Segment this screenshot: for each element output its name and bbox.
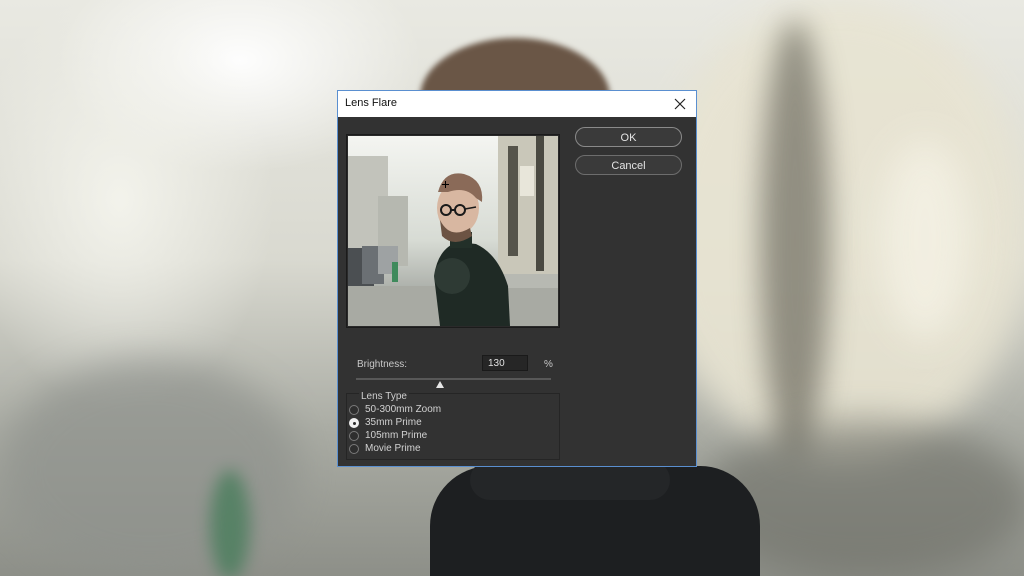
triangle-slider-icon[interactable] bbox=[435, 375, 444, 388]
radio-button[interactable] bbox=[349, 431, 359, 441]
brightness-slider-track[interactable] bbox=[356, 378, 551, 380]
brightness-unit: % bbox=[544, 359, 553, 370]
radio-button[interactable] bbox=[349, 418, 359, 428]
lens-option-label: 50-300mm Zoom bbox=[365, 404, 442, 415]
ok-button[interactable]: OK bbox=[575, 127, 682, 147]
lens-flare-dialog: Lens Flare OK Cancel Brightness: 130 % L… bbox=[337, 90, 697, 467]
radio-button[interactable] bbox=[349, 405, 359, 415]
close-icon[interactable] bbox=[670, 94, 690, 114]
brightness-label: Brightness: bbox=[357, 359, 408, 370]
lens-type-legend: Lens Type bbox=[359, 391, 409, 402]
brightness-input[interactable] bbox=[482, 355, 528, 371]
lens-option-label: 105mm Prime bbox=[365, 430, 428, 441]
cancel-button[interactable]: Cancel bbox=[575, 155, 682, 175]
preview-photo-illustration bbox=[348, 136, 558, 326]
preview-frame bbox=[346, 134, 560, 328]
crosshair-icon[interactable] bbox=[442, 175, 449, 188]
radio-button[interactable] bbox=[349, 444, 359, 454]
dialog-title: Lens Flare bbox=[345, 97, 397, 109]
preview-image[interactable] bbox=[348, 136, 558, 326]
dialog-titlebar[interactable]: Lens Flare bbox=[338, 91, 696, 117]
lens-option-label: Movie Prime bbox=[365, 443, 421, 454]
lens-option-label: 35mm Prime bbox=[365, 417, 422, 428]
